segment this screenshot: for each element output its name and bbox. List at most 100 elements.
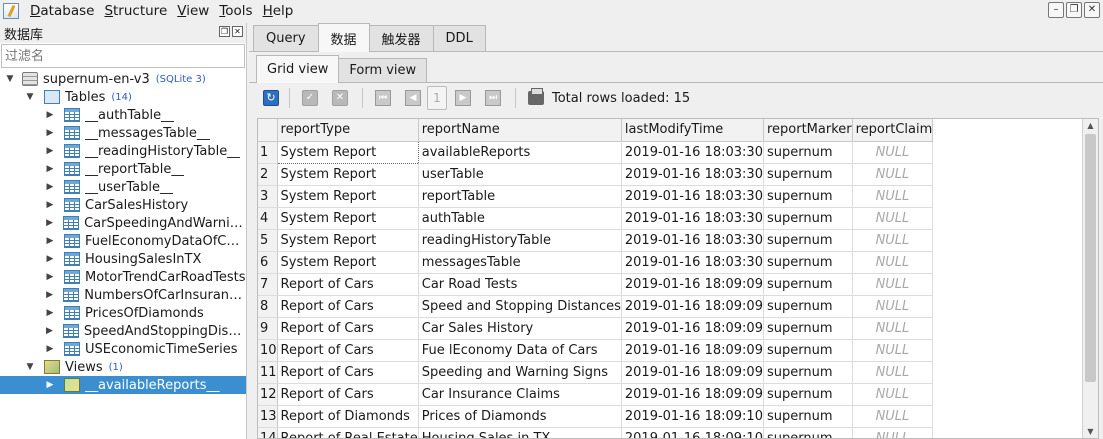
tree-item-table[interactable]: ▶ MotorTrendCarRoadTests [0, 268, 246, 286]
commit-icon[interactable]: ✓ [302, 90, 318, 106]
cell-reporttype[interactable]: System Report [277, 251, 419, 274]
restore-icon[interactable]: ❐ [1066, 2, 1082, 18]
cell-reportmarker[interactable]: supernum [763, 339, 853, 362]
cell-reporttype[interactable]: Report of Cars [277, 361, 419, 384]
tree-item-view[interactable]: ▶ __availableReports__ [0, 376, 246, 394]
column-header-reportmarker[interactable]: reportMarker [763, 119, 853, 142]
cell-reportmarker[interactable]: supernum [763, 273, 853, 296]
cell-lastmodifytime[interactable]: 2019-01-16 18:09:09 [621, 295, 764, 318]
filter-input[interactable] [2, 45, 244, 67]
cell-reportmarker[interactable]: supernum [763, 427, 853, 438]
next-page-icon[interactable]: ▶ [455, 90, 471, 106]
cell-reportmarker[interactable]: supernum [763, 185, 853, 208]
cell-reportname[interactable]: Speed and Stopping Distances [418, 295, 622, 318]
cell-reportmarker[interactable]: supernum [763, 361, 853, 384]
cell-reportmarker[interactable]: supernum [763, 405, 853, 428]
cell-lastmodifytime[interactable]: 2019-01-16 18:09:09 [621, 361, 764, 384]
tree-item-tables[interactable]: ▼ Tables (14) [0, 88, 246, 106]
tree-item-table[interactable]: ▶ __messagesTable__ [0, 124, 246, 142]
table-row[interactable]: 12 Report of Cars Car Insurance Claims 2019… [258, 383, 934, 406]
scrollbar-thumb[interactable] [1085, 134, 1096, 382]
cell-lastmodifytime[interactable]: 2019-01-16 18:03:30 [621, 185, 764, 208]
row-number-cell[interactable]: 5 [258, 229, 278, 252]
cell-reportclaim[interactable]: NULL [852, 317, 934, 340]
cell-lastmodifytime[interactable]: 2019-01-16 18:09:09 [621, 273, 764, 296]
row-number-cell[interactable]: 9 [258, 317, 278, 340]
row-number-cell[interactable]: 13 [258, 405, 278, 428]
tab-grid-view[interactable]: Grid view [256, 55, 340, 83]
cell-reportmarker[interactable]: supernum [763, 229, 853, 252]
menu-database[interactable]: Database [25, 3, 99, 19]
cell-reporttype[interactable]: System Report [277, 185, 419, 208]
tree-item-table[interactable]: ▶ SpeedAndStoppingDistan… [0, 322, 246, 340]
cell-reportname[interactable]: Fue lEconomy Data of Cars [418, 339, 622, 362]
chevron-right-icon[interactable]: ▶ [44, 128, 56, 138]
cell-reporttype[interactable]: System Report [276, 140, 419, 164]
chevron-right-icon[interactable]: ▶ [44, 218, 55, 228]
scroll-down-icon[interactable]: ▼ [1083, 427, 1098, 436]
cell-reportmarker[interactable]: supernum [763, 317, 853, 340]
cell-reportmarker[interactable]: supernum [763, 163, 853, 186]
cell-reporttype[interactable]: Report of Diamonds [277, 405, 419, 428]
previous-page-icon[interactable]: ◀ [405, 90, 421, 106]
cell-reportmarker[interactable]: supernum [763, 207, 853, 230]
menu-view[interactable]: View [172, 3, 214, 19]
cell-lastmodifytime[interactable]: 2019-01-16 18:03:30 [621, 207, 764, 230]
rollback-icon[interactable]: ✕ [332, 90, 348, 106]
chevron-down-icon[interactable]: ▼ [24, 362, 36, 372]
cell-reportclaim[interactable]: NULL [852, 273, 934, 296]
cell-reporttype[interactable]: System Report [277, 163, 419, 186]
chevron-right-icon[interactable]: ▶ [44, 380, 56, 390]
cell-reporttype[interactable]: Report of Cars [277, 383, 419, 406]
cell-reportclaim[interactable]: NULL [852, 295, 934, 318]
corner-cell[interactable] [258, 119, 278, 142]
cell-reportclaim[interactable]: NULL [852, 229, 934, 252]
cell-reportmarker[interactable]: supernum [763, 383, 853, 406]
tab-triggers[interactable]: 触发器 [368, 25, 434, 51]
cell-reportname[interactable]: availableReports [418, 141, 622, 164]
cell-lastmodifytime[interactable]: 2019-01-16 18:09:09 [621, 317, 764, 340]
chevron-right-icon[interactable]: ▶ [44, 182, 56, 192]
cell-lastmodifytime[interactable]: 2019-01-16 18:09:10 [621, 405, 764, 428]
cell-reportmarker[interactable]: supernum [763, 295, 853, 318]
tree-item-table[interactable]: ▶ __userTable__ [0, 178, 246, 196]
cell-reportname[interactable]: Housing Sales in TX [418, 427, 622, 438]
cell-reportname[interactable]: Car Sales History [418, 317, 622, 340]
row-number-cell[interactable]: 11 [258, 361, 278, 384]
table-row[interactable]: 13 Report of Diamonds Prices of Diamonds 20… [258, 405, 934, 428]
table-row[interactable]: 6 System Report messagesTable 2019-01-16 18… [258, 251, 934, 274]
cell-reportclaim[interactable]: NULL [852, 339, 934, 362]
cell-reporttype[interactable]: Report of Real Estate [277, 427, 419, 438]
tree-item-table[interactable]: ▶ CarSpeedingAndWarning… [0, 214, 246, 232]
chevron-right-icon[interactable]: ▶ [44, 254, 56, 264]
cell-lastmodifytime[interactable]: 2019-01-16 18:03:30 [621, 141, 764, 164]
menu-structure[interactable]: Structure [99, 3, 172, 19]
tree-item-table[interactable]: ▶ FuelEconomyDataOfCars [0, 232, 246, 250]
tree-item-table[interactable]: ▶ PricesOfDiamonds [0, 304, 246, 322]
row-number-cell[interactable]: 12 [258, 383, 278, 406]
row-number-cell[interactable]: 14 [258, 427, 278, 438]
row-number-cell[interactable]: 1 [258, 141, 278, 164]
table-row[interactable]: 14 Report of Real Estate Housing Sales in … [258, 427, 934, 438]
column-header-reporttype[interactable]: reportType [277, 119, 419, 142]
vertical-scrollbar[interactable]: ▲ ▼ [1082, 119, 1098, 438]
cell-reportname[interactable]: authTable [418, 207, 622, 230]
cell-lastmodifytime[interactable]: 2019-01-16 18:03:30 [621, 251, 764, 274]
tree-item-table[interactable]: ▶ __reportTable__ [0, 160, 246, 178]
cell-reportname[interactable]: readingHistoryTable [418, 229, 622, 252]
cell-reportname[interactable]: messagesTable [418, 251, 622, 274]
cell-reporttype[interactable]: System Report [277, 229, 419, 252]
cell-reportname[interactable]: Prices of Diamonds [418, 405, 622, 428]
column-header-reportclaim[interactable]: reportClaim [852, 119, 934, 142]
cell-reportclaim[interactable]: NULL [852, 141, 934, 164]
row-number-cell[interactable]: 4 [258, 207, 278, 230]
chevron-down-icon[interactable]: ▼ [4, 74, 16, 84]
tree-item-table[interactable]: ▶ USEconomicTimeSeries [0, 340, 246, 358]
column-header-lastmodifytime[interactable]: lastModifyTime [621, 119, 764, 142]
tree-item-table[interactable]: ▶ CarSalesHistory [0, 196, 246, 214]
cell-reportname[interactable]: userTable [418, 163, 622, 186]
float-panel-icon[interactable]: ❐ [219, 26, 230, 37]
tree-item-table[interactable]: ▶ __authTable__ [0, 106, 246, 124]
close-panel-icon[interactable]: ✕ [232, 26, 243, 37]
cell-reportclaim[interactable]: NULL [852, 383, 934, 406]
